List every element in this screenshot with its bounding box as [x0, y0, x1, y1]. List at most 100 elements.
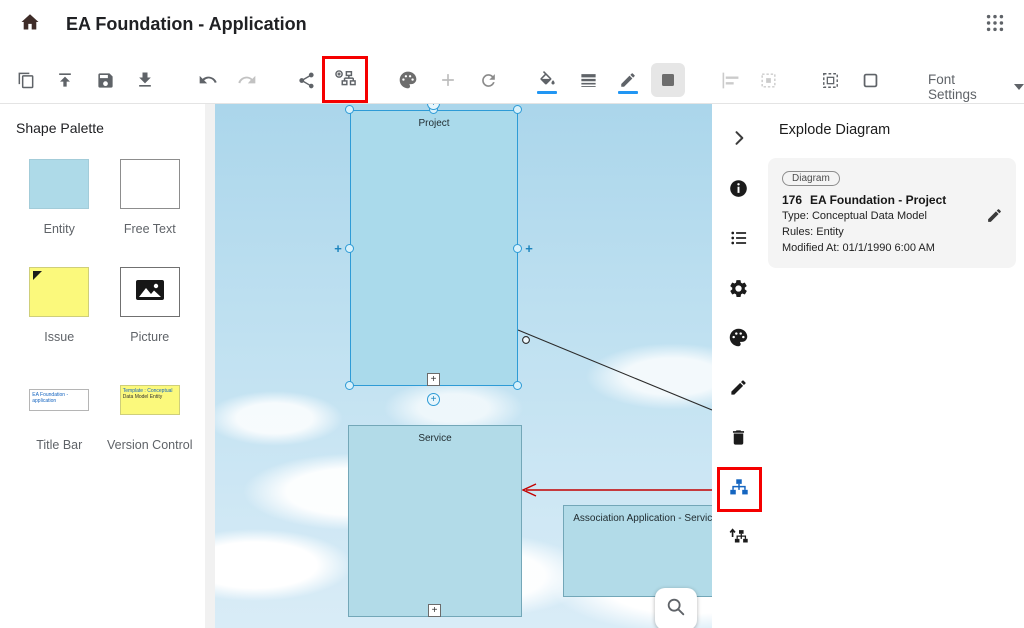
picture-swatch[interactable]	[120, 267, 180, 317]
fill-bucket-icon	[538, 71, 557, 90]
diagram-card[interactable]: Diagram 176 EA Foundation - Project Type…	[768, 158, 1016, 268]
image-icon	[135, 279, 165, 306]
diagram-canvas[interactable]: Project Service Association Application …	[215, 104, 712, 628]
settings-tab-button[interactable]	[726, 278, 751, 303]
edit-tab-button[interactable]	[726, 377, 751, 402]
zoom-button[interactable]	[655, 588, 697, 628]
free-text-swatch[interactable]	[120, 159, 180, 209]
download-button[interactable]	[128, 63, 162, 97]
edit-diagram-button[interactable]	[984, 208, 1004, 228]
entity-association[interactable]: Association Application - Service	[563, 505, 712, 597]
line-weight-button[interactable]	[571, 63, 605, 97]
fill-color-swatch	[537, 91, 557, 94]
toolbar: Font Settings	[0, 48, 1024, 104]
resize-handle-sw[interactable]	[345, 381, 354, 390]
line-weight-icon	[579, 71, 598, 90]
trash-icon	[729, 428, 748, 452]
gear-icon	[728, 278, 749, 304]
title-bar-swatch[interactable]: EA Foundation - application	[29, 389, 89, 411]
panel-title: Explode Diagram	[765, 104, 1024, 138]
add-below-button[interactable]	[427, 393, 440, 406]
version-control-swatch[interactable]: Template : Conceptual Data Model Entity	[120, 385, 180, 415]
entity-swatch[interactable]	[29, 159, 89, 209]
resize-handle-se[interactable]	[513, 381, 522, 390]
palette-item-entity[interactable]: Entity	[14, 158, 105, 236]
resize-handle-e[interactable]	[513, 244, 522, 253]
marquee-select-button[interactable]	[813, 63, 847, 97]
palette-item-issue[interactable]: Issue	[14, 266, 105, 344]
explode-new-window-button[interactable]	[328, 63, 362, 97]
font-settings-button[interactable]: Font Settings	[928, 72, 1024, 102]
issue-swatch[interactable]	[29, 267, 89, 317]
font-settings-label: Font Settings	[928, 72, 1004, 102]
group-button[interactable]	[751, 63, 785, 97]
pen-icon	[729, 378, 748, 402]
diagram-modified-line: Modified At: 01/1/1990 6:00 AM	[782, 241, 1002, 255]
palette-icon	[398, 70, 418, 90]
diagram-type-badge: Diagram	[782, 171, 840, 186]
filled-square-icon	[659, 71, 677, 89]
folded-corner-icon	[33, 271, 42, 280]
entity-label: Service	[349, 426, 521, 444]
hierarchy-up-icon	[728, 526, 750, 553]
save-icon	[96, 71, 115, 90]
explode-up-tab-button[interactable]	[726, 527, 751, 552]
upload-icon	[55, 70, 75, 90]
palette-item-label: Issue	[44, 330, 74, 344]
explode-diagram-tab-button[interactable]	[726, 478, 751, 503]
apps-grid-button[interactable]	[982, 12, 1008, 38]
add-child-button[interactable]	[428, 604, 441, 617]
add-child-button[interactable]	[427, 373, 440, 386]
list-tab-button[interactable]	[726, 228, 751, 253]
rotate-button[interactable]	[471, 63, 505, 97]
header: EA Foundation - Application	[0, 0, 1024, 48]
home-button[interactable]	[16, 10, 44, 38]
info-icon	[728, 178, 749, 204]
border-color-button[interactable]	[611, 63, 645, 97]
align-button[interactable]	[713, 63, 747, 97]
shape-style-button[interactable]	[651, 63, 685, 97]
palette-item-picture[interactable]: Picture	[105, 266, 196, 344]
resize-handle-nw[interactable]	[345, 105, 354, 114]
diagram-name: EA Foundation - Project	[810, 193, 946, 207]
theme-palette-button[interactable]	[391, 63, 425, 97]
palette-item-version-control[interactable]: Template : Conceptual Data Model Entity …	[105, 374, 196, 452]
palette-item-title-bar[interactable]: EA Foundation - application Title Bar	[14, 374, 105, 452]
shape-palette-grid: Entity Free Text Issue Picture EA Founda…	[0, 136, 205, 452]
explode-diagram-panel: Explode Diagram Diagram 176 EA Foundatio…	[765, 104, 1024, 628]
collapse-panel-button[interactable]	[726, 128, 751, 153]
fill-color-button[interactable]	[530, 63, 564, 97]
entity-service[interactable]: Service	[348, 425, 522, 617]
plus-icon	[438, 70, 458, 90]
resize-handle-w[interactable]	[345, 244, 354, 253]
add-button[interactable]	[431, 63, 465, 97]
palette-item-free-text[interactable]: Free Text	[105, 158, 196, 236]
diagram-type-line: Type: Conceptual Data Model	[782, 209, 1002, 223]
palette-item-label: Free Text	[124, 222, 176, 236]
relationship-button[interactable]	[289, 63, 323, 97]
connect-point-left[interactable]	[332, 243, 344, 255]
delete-tab-button[interactable]	[726, 427, 751, 452]
bounds-select-button[interactable]	[853, 63, 887, 97]
chevron-down-icon	[1014, 84, 1024, 90]
download-icon	[135, 70, 155, 90]
connect-point-right[interactable]	[523, 243, 535, 255]
vertical-scrollbar[interactable]	[205, 104, 215, 628]
copy-icon	[16, 70, 36, 90]
hierarchy-icon	[728, 477, 750, 504]
hierarchy-plus-icon	[334, 69, 356, 91]
resize-handle-ne[interactable]	[513, 105, 522, 114]
copy-button[interactable]	[9, 63, 43, 97]
pen-icon	[619, 71, 637, 89]
entity-project[interactable]: Project	[350, 110, 518, 386]
undo-button[interactable]	[191, 63, 225, 97]
version-control-preview-text: Template : Conceptual Data Model Entity	[123, 388, 177, 400]
style-tab-button[interactable]	[726, 327, 751, 352]
info-tab-button[interactable]	[726, 178, 751, 203]
page-title: EA Foundation - Application	[66, 14, 307, 35]
border-color-swatch	[618, 91, 638, 94]
palette-icon	[728, 327, 749, 353]
redo-button[interactable]	[230, 63, 264, 97]
publish-button[interactable]	[48, 63, 82, 97]
save-button[interactable]	[88, 63, 122, 97]
